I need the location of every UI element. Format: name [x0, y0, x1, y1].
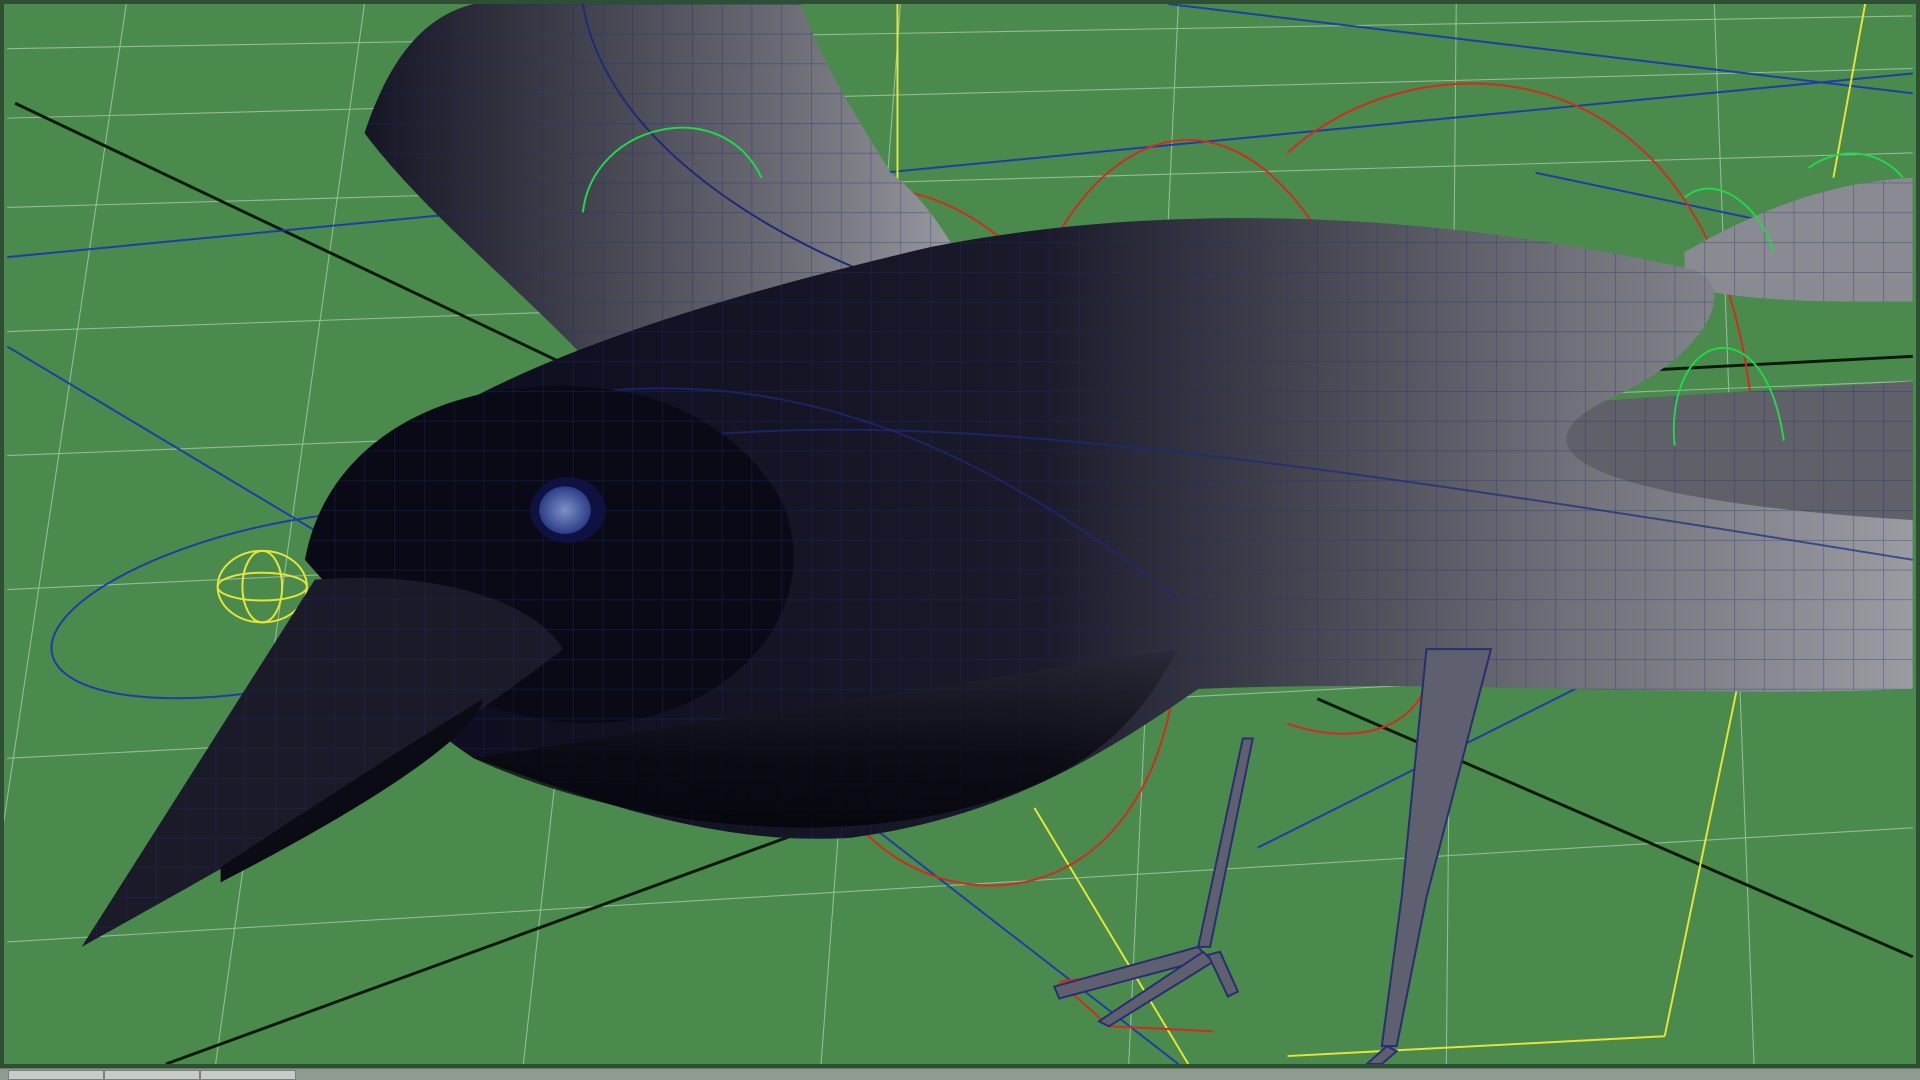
scene: [4, 4, 1914, 1064]
bottom-tab-3[interactable]: [200, 1070, 296, 1080]
app-window: [0, 0, 1920, 1080]
bottom-tab-2[interactable]: [104, 1070, 200, 1080]
bottom-tab-1[interactable]: [8, 1070, 104, 1080]
status-bar: [0, 1068, 1920, 1080]
tail-feathers: [1684, 177, 1913, 302]
crow-head: [81, 385, 794, 947]
3d-viewport[interactable]: [0, 0, 1920, 1068]
eye-icon: [539, 486, 591, 534]
